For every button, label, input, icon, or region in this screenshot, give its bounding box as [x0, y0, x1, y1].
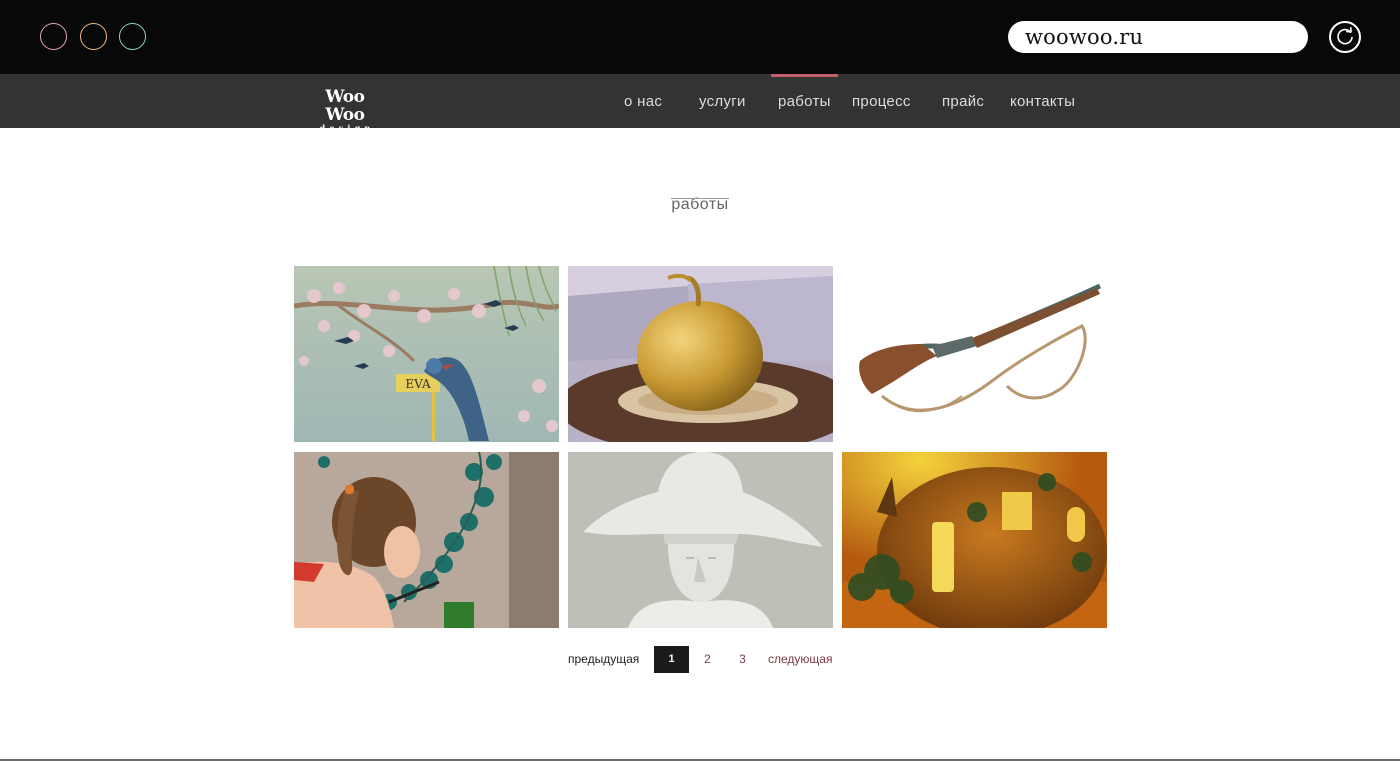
mural-sign-text: EVA — [405, 377, 431, 391]
reload-button[interactable] — [1329, 21, 1361, 53]
nav-link-prices[interactable]: прайс — [942, 74, 984, 128]
browser-chrome: woowoo.ru — [0, 0, 1400, 74]
nav-link-process[interactable]: процесс — [852, 74, 911, 128]
nav-link-services[interactable]: услуги — [699, 74, 746, 128]
pagination-page-3[interactable]: 3 — [725, 646, 760, 673]
pagination-next-link[interactable]: следующая — [768, 646, 832, 673]
refresh-icon — [1337, 27, 1353, 45]
page-title: работы — [600, 196, 800, 214]
site-logo[interactable]: Woo Woo design — [305, 88, 385, 132]
pagination-prev-link[interactable]: предыдущая — [568, 646, 639, 673]
page-title-text: работы — [671, 196, 730, 213]
gallery-item-mural[interactable]: EVA — [294, 266, 559, 442]
logo-title: Woo Woo — [325, 87, 365, 125]
logo-subtitle: design — [319, 123, 375, 133]
gallery-item-golden-apple[interactable] — [568, 266, 833, 442]
nav-link-about[interactable]: о нас — [624, 74, 662, 128]
window-maximize-button[interactable] — [119, 23, 146, 50]
gallery-item-wall-painting[interactable] — [294, 452, 559, 628]
nav-link-contacts[interactable]: контакты — [1010, 74, 1075, 128]
window-close-button[interactable] — [40, 23, 67, 50]
gallery-item-bust[interactable] — [568, 452, 833, 628]
pagination-page-1[interactable]: 1 — [654, 646, 689, 673]
gallery-item-rifle[interactable] — [842, 266, 1107, 442]
window-minimize-button[interactable] — [80, 23, 107, 50]
address-bar[interactable]: woowoo.ru — [1008, 21, 1308, 53]
pagination-page-2[interactable]: 2 — [690, 646, 725, 673]
gallery-item-pumpkin-house[interactable] — [842, 452, 1107, 628]
site-navbar: Woo Woo design о нас услуги работы проце… — [0, 74, 1400, 132]
nav-link-works[interactable]: работы — [771, 74, 838, 128]
